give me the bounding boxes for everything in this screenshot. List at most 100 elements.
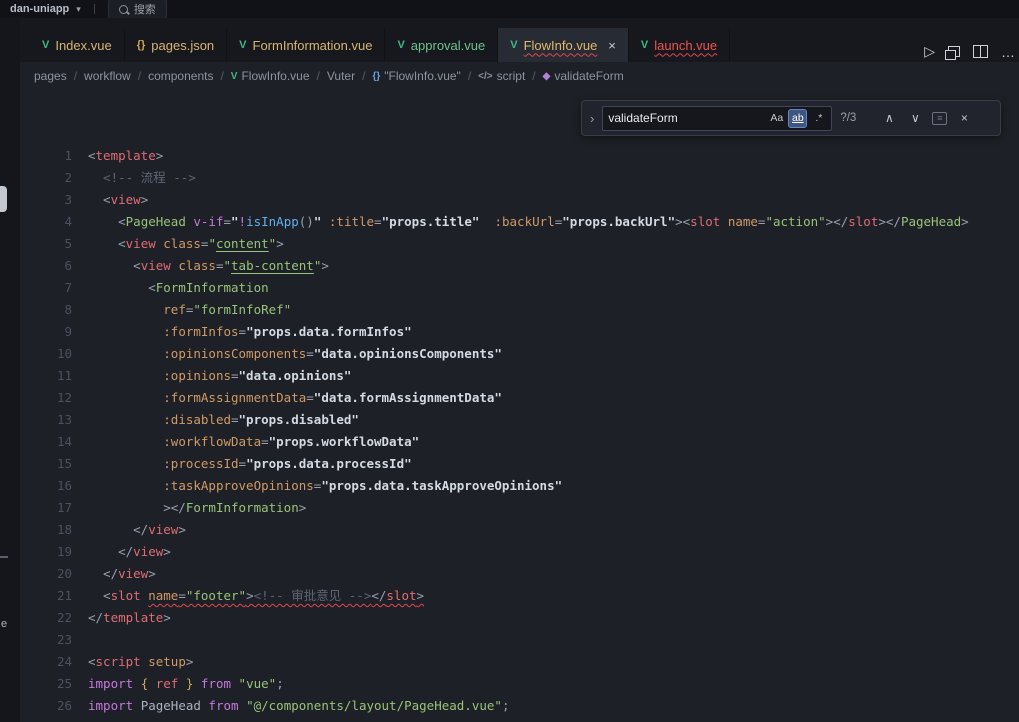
project-name[interactable]: dan-uniapp: [10, 3, 69, 15]
tab-approval.vue[interactable]: Vapproval.vue: [385, 28, 498, 62]
code-line[interactable]: <view>: [88, 189, 969, 211]
tab-launch.vue[interactable]: Vlaunch.vue: [629, 28, 730, 62]
more-actions-button[interactable]: …: [1001, 44, 1015, 60]
code-token: =: [261, 434, 269, 449]
code-line[interactable]: [88, 629, 969, 651]
code-token: <: [88, 588, 111, 603]
line-number[interactable]: 6: [20, 255, 72, 277]
next-match-button[interactable]: ∨: [906, 111, 924, 125]
breadcrumb-item-validateForm[interactable]: ◆validateForm: [543, 69, 624, 83]
line-number[interactable]: 3: [20, 189, 72, 211]
titlebar-search[interactable]: 搜索: [108, 0, 167, 19]
line-number[interactable]: 20: [20, 563, 72, 585]
line-number[interactable]: 24: [20, 651, 72, 673]
code-line[interactable]: <!-- 流程 -->: [88, 167, 969, 189]
code-line[interactable]: :formInfos="props.data.formInfos": [88, 321, 969, 343]
caret-down-icon[interactable]: ▾: [76, 4, 81, 15]
regex-button[interactable]: .*: [809, 109, 828, 128]
code-line[interactable]: :disabled="props.disabled": [88, 409, 969, 431]
code-line[interactable]: <FormInformation: [88, 277, 969, 299]
tab-pages.json[interactable]: {}pages.json: [125, 28, 227, 62]
json-braces-icon: {}: [137, 39, 146, 51]
breadcrumb-item-FlowInfo.vue[interactable]: VFlowInfo.vue: [231, 69, 310, 83]
line-number[interactable]: 22: [20, 607, 72, 629]
breadcrumb-item-Vuter[interactable]: Vuter: [327, 69, 355, 83]
code-line[interactable]: </view>: [88, 563, 969, 585]
tab-Index.vue[interactable]: VIndex.vue: [30, 28, 125, 62]
line-number[interactable]: 9: [20, 321, 72, 343]
code-line[interactable]: :processId="props.data.processId": [88, 453, 969, 475]
close-tab-icon[interactable]: ×: [608, 38, 616, 53]
split-editor-button[interactable]: [973, 45, 988, 58]
breadcrumb-item-components[interactable]: components: [148, 69, 213, 83]
line-number[interactable]: 8: [20, 299, 72, 321]
code-token: </: [88, 522, 148, 537]
breadcrumb-item-script[interactable]: </>script: [478, 69, 525, 83]
code-token: view: [118, 566, 148, 581]
close-find-button[interactable]: ×: [955, 111, 973, 125]
code-token: "props.data.taskApproveOpinions": [321, 478, 562, 493]
match-case-button[interactable]: Aa: [767, 109, 786, 128]
line-number[interactable]: 18: [20, 519, 72, 541]
vue-logo-icon: V: [239, 39, 246, 51]
breadcrumb-separator: /: [220, 69, 223, 83]
code-token: view: [111, 192, 141, 207]
line-number[interactable]: 15: [20, 453, 72, 475]
line-number[interactable]: 23: [20, 629, 72, 651]
code-line[interactable]: :formAssignmentData="data.formAssignment…: [88, 387, 969, 409]
code-line[interactable]: <view class="tab-content">: [88, 255, 969, 277]
code-line[interactable]: import { ref } from "vue";: [88, 673, 969, 695]
code-line[interactable]: :opinionsComponents="data.opinionsCompon…: [88, 343, 969, 365]
code-line[interactable]: <template>: [88, 145, 969, 167]
toggle-replace-icon[interactable]: ›: [590, 111, 594, 126]
line-number[interactable]: 21: [20, 585, 72, 607]
code-line[interactable]: <script setup>: [88, 651, 969, 673]
code-line[interactable]: ></FormInformation>: [88, 497, 969, 519]
tab-label: approval.vue: [411, 38, 485, 53]
line-number[interactable]: 12: [20, 387, 72, 409]
code-line[interactable]: </view>: [88, 519, 969, 541]
breadcrumb-item-workflow[interactable]: workflow: [84, 69, 131, 83]
code-line[interactable]: <slot name="footer"><!-- 审批意见 --></slot>: [88, 585, 969, 607]
code-line[interactable]: :workflowData="props.workflowData": [88, 431, 969, 453]
code-token: >: [141, 192, 149, 207]
line-number[interactable]: 5: [20, 233, 72, 255]
code-line[interactable]: ref="formInfoRef": [88, 299, 969, 321]
code-token: "action": [765, 214, 825, 229]
code-line[interactable]: </template>: [88, 607, 969, 629]
breadcrumb-item-pages[interactable]: pages: [34, 69, 67, 83]
line-number[interactable]: 14: [20, 431, 72, 453]
line-number[interactable]: 1: [20, 145, 72, 167]
code-token: class: [163, 236, 201, 251]
line-number[interactable]: 26: [20, 695, 72, 717]
breadcrumb-item-FlowInfo.vue[interactable]: {}"FlowInfo.vue": [372, 69, 460, 83]
line-number[interactable]: 17: [20, 497, 72, 519]
line-number[interactable]: 10: [20, 343, 72, 365]
find-input[interactable]: [606, 110, 765, 126]
previous-match-button[interactable]: ∧: [880, 111, 898, 125]
line-number[interactable]: 25: [20, 673, 72, 695]
line-number[interactable]: 16: [20, 475, 72, 497]
code-line[interactable]: </view>: [88, 541, 969, 563]
code-token: =: [231, 368, 239, 383]
find-in-selection-button[interactable]: ≡: [932, 112, 947, 125]
line-number[interactable]: 2: [20, 167, 72, 189]
code-token: <: [88, 280, 156, 295]
line-number[interactable]: 4: [20, 211, 72, 233]
code-line[interactable]: import PageHead from "@/components/layou…: [88, 695, 969, 717]
code-line[interactable]: <PageHead v-if="!isInApp()" :title="prop…: [88, 211, 969, 233]
line-number[interactable]: 11: [20, 365, 72, 387]
line-number[interactable]: 19: [20, 541, 72, 563]
code-line[interactable]: :opinions="data.opinions": [88, 365, 969, 387]
tab-FormInformation.vue[interactable]: VFormInformation.vue: [227, 28, 385, 62]
code-line[interactable]: :taskApproveOpinions="props.data.taskApp…: [88, 475, 969, 497]
whole-word-button[interactable]: ab: [788, 109, 807, 128]
line-number[interactable]: 13: [20, 409, 72, 431]
line-number[interactable]: 7: [20, 277, 72, 299]
run-button[interactable]: ▷: [924, 43, 935, 60]
tab-FlowInfo.vue[interactable]: VFlowInfo.vue×: [498, 28, 629, 62]
code-line[interactable]: <view class="content">: [88, 233, 969, 255]
breadcrumb-label: FlowInfo.vue: [241, 69, 309, 83]
code-token: >: [246, 588, 254, 603]
open-changes-button[interactable]: [948, 46, 960, 57]
